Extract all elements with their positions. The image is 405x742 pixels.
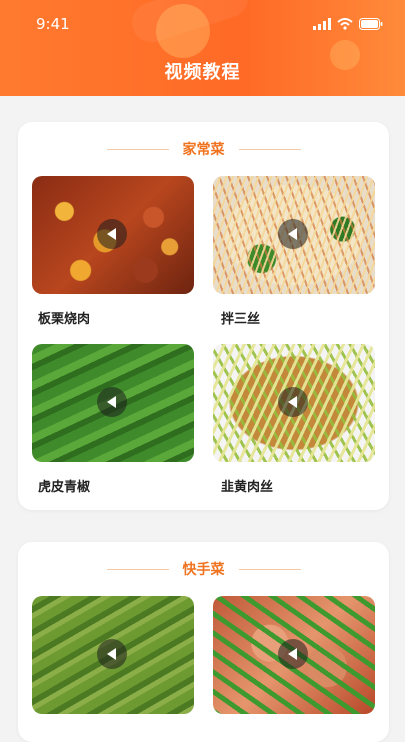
status-time: 9:41 xyxy=(36,15,70,33)
video-thumbnail[interactable] xyxy=(32,176,194,294)
wifi-icon xyxy=(337,18,353,30)
dish-name[interactable]: 虎皮青椒 xyxy=(38,476,90,495)
status-icons xyxy=(313,18,383,30)
divider-line xyxy=(238,148,301,150)
video-thumbnail[interactable] xyxy=(213,344,375,462)
divider-line xyxy=(106,148,169,150)
play-icon[interactable] xyxy=(97,639,127,669)
video-thumbnail[interactable] xyxy=(213,596,375,714)
battery-icon xyxy=(359,18,383,30)
section-header: 家常菜 xyxy=(18,138,389,160)
play-icon[interactable] xyxy=(97,219,127,249)
play-icon[interactable] xyxy=(278,387,308,417)
video-thumbnail[interactable] xyxy=(32,596,194,714)
app-header: 9:41 视频教程 xyxy=(0,0,405,96)
dish-name[interactable]: 韭黄肉丝 xyxy=(221,476,273,495)
page-title: 视频教程 xyxy=(164,62,241,83)
video-thumbnail[interactable] xyxy=(213,176,375,294)
divider-line xyxy=(238,568,301,570)
play-icon[interactable] xyxy=(97,387,127,417)
play-icon[interactable] xyxy=(278,639,308,669)
play-icon[interactable] xyxy=(278,219,308,249)
video-thumbnail[interactable] xyxy=(32,344,194,462)
section-header: 快手菜 xyxy=(18,558,389,580)
status-bar: 9:41 xyxy=(36,14,383,34)
dish-name[interactable]: 拌三丝 xyxy=(221,308,260,327)
section-card-quick-dishes: 快手菜 xyxy=(18,542,389,742)
dish-name[interactable]: 板栗烧肉 xyxy=(38,308,90,327)
divider-line xyxy=(106,568,169,570)
section-title: 家常菜 xyxy=(182,142,225,158)
section-card-home-cooking: 家常菜 板栗烧肉 拌三丝 虎皮青椒 韭黄肉丝 xyxy=(18,122,389,510)
signal-icon xyxy=(313,18,331,30)
section-title: 快手菜 xyxy=(182,562,225,578)
